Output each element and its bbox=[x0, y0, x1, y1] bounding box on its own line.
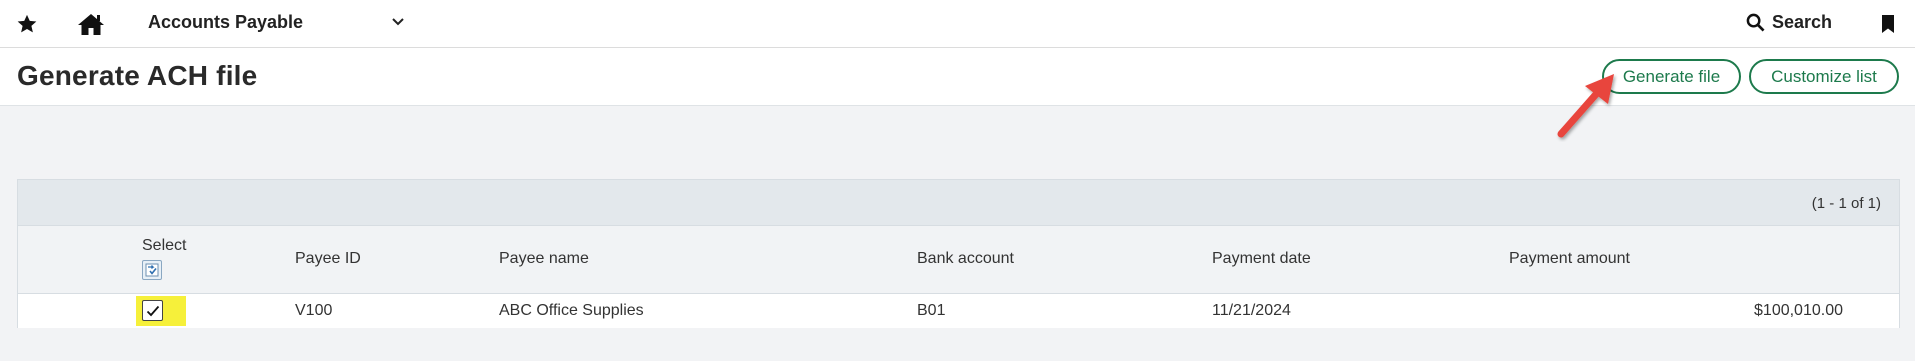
star-icon[interactable] bbox=[10, 0, 44, 48]
grid-toolbar: (1 - 1 of 1) bbox=[18, 180, 1899, 226]
cell-bank-account: B01 bbox=[917, 302, 946, 319]
home-icon[interactable] bbox=[74, 0, 108, 48]
column-header-payment-date[interactable]: Payment date bbox=[1212, 250, 1311, 268]
search-label: Search bbox=[1772, 11, 1833, 32]
checkmark-icon bbox=[146, 305, 159, 316]
page-title: Generate ACH file bbox=[17, 60, 258, 91]
grid-header-row: Select Payee ID Payee name Bank account … bbox=[18, 226, 1899, 294]
search-button[interactable]: Search bbox=[1746, 0, 1832, 44]
column-header-bank-account[interactable]: Bank account bbox=[917, 250, 1014, 268]
bookmark-icon[interactable] bbox=[1874, 0, 1902, 48]
cell-payment-date: 11/21/2024 bbox=[1212, 302, 1291, 319]
module-selector[interactable]: Accounts Payable bbox=[148, 0, 303, 44]
select-all-icon[interactable] bbox=[142, 260, 162, 280]
chevron-down-icon[interactable] bbox=[388, 0, 408, 44]
cell-payee-name: ABC Office Supplies bbox=[499, 302, 644, 319]
cell-payee-id: V100 bbox=[295, 302, 333, 319]
table-row: V100 ABC Office Supplies B01 11/21/2024 … bbox=[18, 294, 1899, 328]
row-select-checkbox[interactable] bbox=[142, 300, 163, 321]
annotation-arrow bbox=[1557, 74, 1614, 138]
cell-payment-amount: $100,010.00 bbox=[1754, 302, 1843, 319]
customize-list-button[interactable]: Customize list bbox=[1749, 59, 1899, 94]
record-count: (1 - 1 of 1) bbox=[1811, 195, 1881, 212]
column-header-payee-name[interactable]: Payee name bbox=[499, 250, 589, 268]
search-icon bbox=[1746, 13, 1765, 32]
payments-grid: (1 - 1 of 1) Select Payee ID Payee name … bbox=[17, 179, 1900, 328]
column-header-payment-amount[interactable]: Payment amount bbox=[1509, 250, 1630, 268]
column-header-payee-id[interactable]: Payee ID bbox=[295, 250, 361, 268]
top-nav-bar: Accounts Payable Search bbox=[0, 0, 1915, 48]
column-header-select: Select bbox=[142, 237, 187, 254]
